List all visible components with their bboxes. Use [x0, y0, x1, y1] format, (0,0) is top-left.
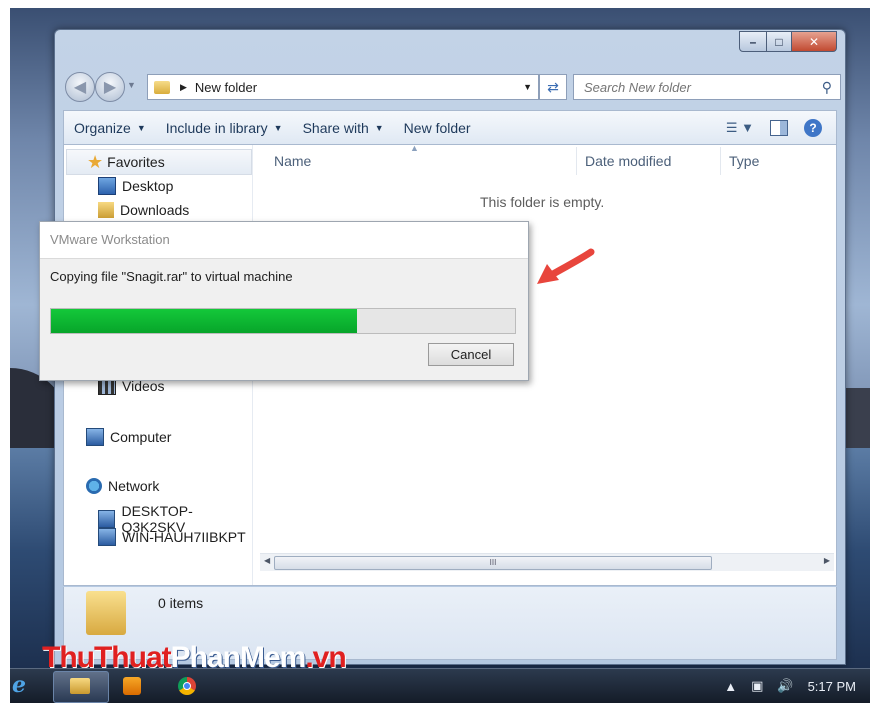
progress-bar-fill [51, 309, 358, 333]
new-folder-button[interactable]: New folder [394, 120, 481, 136]
nav-computer-label: Computer [110, 429, 172, 445]
taskbar-explorer-button[interactable] [53, 671, 109, 703]
chevron-down-icon: ▼ [273, 123, 283, 133]
system-tray: ▲ ▣ 🔊 5:17 PM [724, 669, 856, 703]
search-box[interactable]: ⚲ [573, 74, 841, 100]
address-row: ◀ ▶ ▼ ▶ New folder ▼ ⇄ ⚲ [63, 70, 841, 102]
dialog-message: Copying file "Snagit.rar" to virtual mac… [50, 269, 293, 284]
include-in-library-label: Include in library [165, 120, 268, 136]
address-bar[interactable]: ▶ New folder ▼ [147, 74, 539, 100]
back-arrow-icon: ◀ [73, 79, 87, 96]
column-divider[interactable] [720, 147, 721, 175]
nav-item-network[interactable]: Network [86, 478, 159, 494]
copy-progress-dialog: VMware Workstation Copying file "Snagit.… [39, 221, 529, 381]
preview-pane-icon[interactable] [770, 120, 788, 136]
chrome-icon[interactable] [178, 677, 196, 695]
scroll-left-icon[interactable]: ◀ [264, 556, 270, 565]
taskbar: e ▲ ▣ 🔊 5:17 PM [10, 668, 870, 703]
nav-item-computer[interactable]: Computer [86, 428, 171, 446]
network-icon [86, 478, 102, 494]
organize-label: Organize [74, 120, 131, 136]
network-status-icon[interactable]: ▣ [751, 678, 763, 694]
folder-icon [86, 591, 126, 635]
progress-bar [50, 308, 516, 334]
nav-item-favorites[interactable]: ★ Favorites [66, 149, 252, 175]
star-icon: ★ [87, 151, 104, 172]
folder-icon [154, 80, 170, 94]
nav-item-network-computer[interactable]: WIN-HAUH7IIBKPT [98, 528, 246, 546]
refresh-button[interactable]: ⇄ [539, 74, 567, 100]
computer-icon [86, 428, 104, 446]
forward-button[interactable]: ▶ [95, 72, 125, 102]
column-divider[interactable] [576, 147, 577, 175]
nav-desktop-label: Desktop [122, 178, 174, 194]
close-button[interactable]: ✕ [792, 31, 837, 52]
share-with-button[interactable]: Share with ▼ [293, 120, 394, 136]
network-computer-label: WIN-HAUH7IIBKPT [122, 529, 246, 545]
breadcrumb-arrow-icon[interactable]: ▶ [180, 82, 187, 93]
cancel-button[interactable]: Cancel [428, 343, 514, 366]
include-in-library-button[interactable]: Include in library ▼ [156, 120, 293, 136]
item-count: 0 items [158, 595, 204, 611]
nav-downloads-label: Downloads [120, 202, 190, 218]
search-icon[interactable]: ⚲ [822, 79, 832, 96]
red-arrow-annotation [537, 248, 595, 284]
column-header-name[interactable]: Name [274, 153, 311, 169]
internet-explorer-icon[interactable]: e [12, 672, 34, 698]
volume-icon[interactable]: 🔊 [777, 678, 793, 694]
share-with-label: Share with [302, 120, 369, 136]
search-input[interactable] [582, 78, 806, 96]
view-options-icon[interactable]: ☰ ▼ [726, 120, 754, 136]
toolbar-right: ☰ ▼ ? [726, 119, 822, 137]
folder-icon [70, 678, 90, 694]
clock[interactable]: 5:17 PM [808, 679, 856, 694]
media-player-icon[interactable] [123, 677, 141, 695]
horizontal-scrollbar[interactable]: ◀ III ▶ [260, 553, 834, 571]
maximize-button[interactable]: □ [767, 31, 792, 52]
column-header-date-modified[interactable]: Date modified [585, 153, 671, 169]
new-folder-label: New folder [403, 120, 471, 136]
nav-item-desktop[interactable]: Desktop [98, 177, 173, 195]
column-header-type[interactable]: Type [729, 153, 759, 169]
caption-buttons: – □ ✕ [739, 31, 837, 52]
help-icon[interactable]: ? [804, 119, 822, 137]
breadcrumb-new-folder[interactable]: New folder [195, 80, 257, 95]
scrollbar-thumb[interactable]: III [274, 556, 712, 570]
chevron-down-icon: ▼ [374, 123, 384, 133]
refresh-icon: ⇄ [547, 78, 559, 95]
nav-favorites-label: Favorites [107, 154, 165, 170]
desktop-icon [98, 177, 116, 195]
computer-icon [98, 528, 116, 546]
command-bar: Organize ▼ Include in library ▼ Share with… [63, 110, 837, 145]
empty-folder-message: This folder is empty. [480, 194, 605, 210]
show-hidden-icons-icon[interactable]: ▲ [724, 679, 737, 694]
minimize-button[interactable]: – [739, 31, 767, 52]
computer-icon [98, 510, 116, 528]
back-button[interactable]: ◀ [65, 72, 95, 102]
scroll-right-icon[interactable]: ▶ [824, 556, 830, 565]
dialog-title: VMware Workstation [40, 222, 528, 259]
organize-button[interactable]: Organize ▼ [64, 120, 156, 136]
downloads-icon [98, 202, 114, 218]
forward-arrow-icon: ▶ [103, 79, 117, 96]
chevron-down-icon: ▼ [136, 123, 146, 133]
address-dropdown-icon[interactable]: ▼ [523, 82, 532, 92]
nav-network-label: Network [108, 478, 160, 494]
recent-pages-dropdown[interactable]: ▼ [127, 80, 136, 90]
nav-item-downloads[interactable]: Downloads [98, 202, 189, 218]
sort-ascending-icon: ▲ [410, 143, 419, 153]
